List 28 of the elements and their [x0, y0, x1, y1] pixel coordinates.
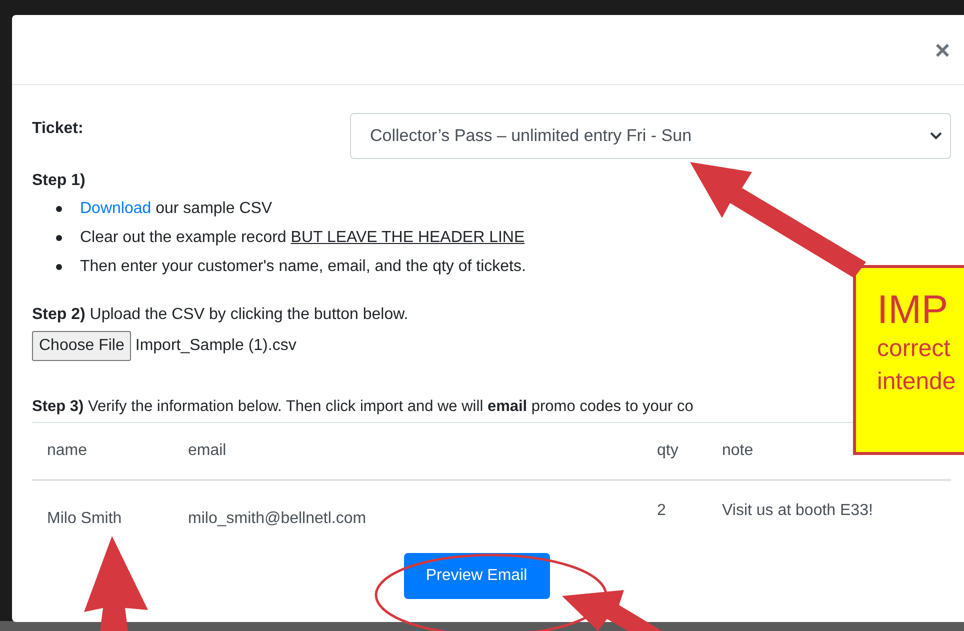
callout-text: intende — [877, 367, 957, 397]
close-button[interactable]: × — [934, 37, 950, 63]
callout-heading: IMP — [877, 288, 950, 332]
table-cell: milo_smith@bellnetl.com — [188, 510, 366, 528]
bullet-icon — [56, 235, 62, 241]
table-cell: Visit us at booth E33! — [722, 502, 873, 520]
table-cell: Milo Smith — [47, 510, 122, 528]
step-text: Step 3) Verify the information below. Then click import and we will email promo codes to your co — [32, 397, 694, 417]
instruction-item: Download our sample CSV — [80, 199, 272, 219]
instruction-item: Then enter your customer's name, email, and the qty of tickets. — [80, 257, 526, 277]
step-text: Step 2) Upload the CSV by clicking the button below. — [32, 305, 408, 325]
callout-text: correct — [877, 334, 952, 364]
column-header: email — [188, 442, 226, 460]
file-name: Import_Sample (1).csv — [135, 336, 296, 356]
column-header: note — [722, 442, 754, 460]
bullet-icon — [56, 206, 62, 212]
table-cell: 2 — [657, 502, 666, 520]
step-heading: Step 1) — [32, 171, 86, 191]
instruction-item: Clear out the example record BUT LEAVE THE HEADER LINE — [80, 228, 525, 248]
column-header: qty — [657, 442, 678, 460]
column-header: name — [47, 442, 88, 460]
ticket-select[interactable]: Collector’s Pass – unlimited entry Fri - Sun — [350, 113, 951, 159]
download-link[interactable]: Download — [80, 200, 152, 217]
bullet-icon — [56, 264, 62, 270]
preview-email-button[interactable]: Preview Email — [404, 553, 550, 600]
choose-file-button[interactable]: Choose File — [32, 331, 132, 361]
chevron-down-icon — [930, 131, 942, 141]
ticket-label: Ticket: — [32, 119, 84, 139]
